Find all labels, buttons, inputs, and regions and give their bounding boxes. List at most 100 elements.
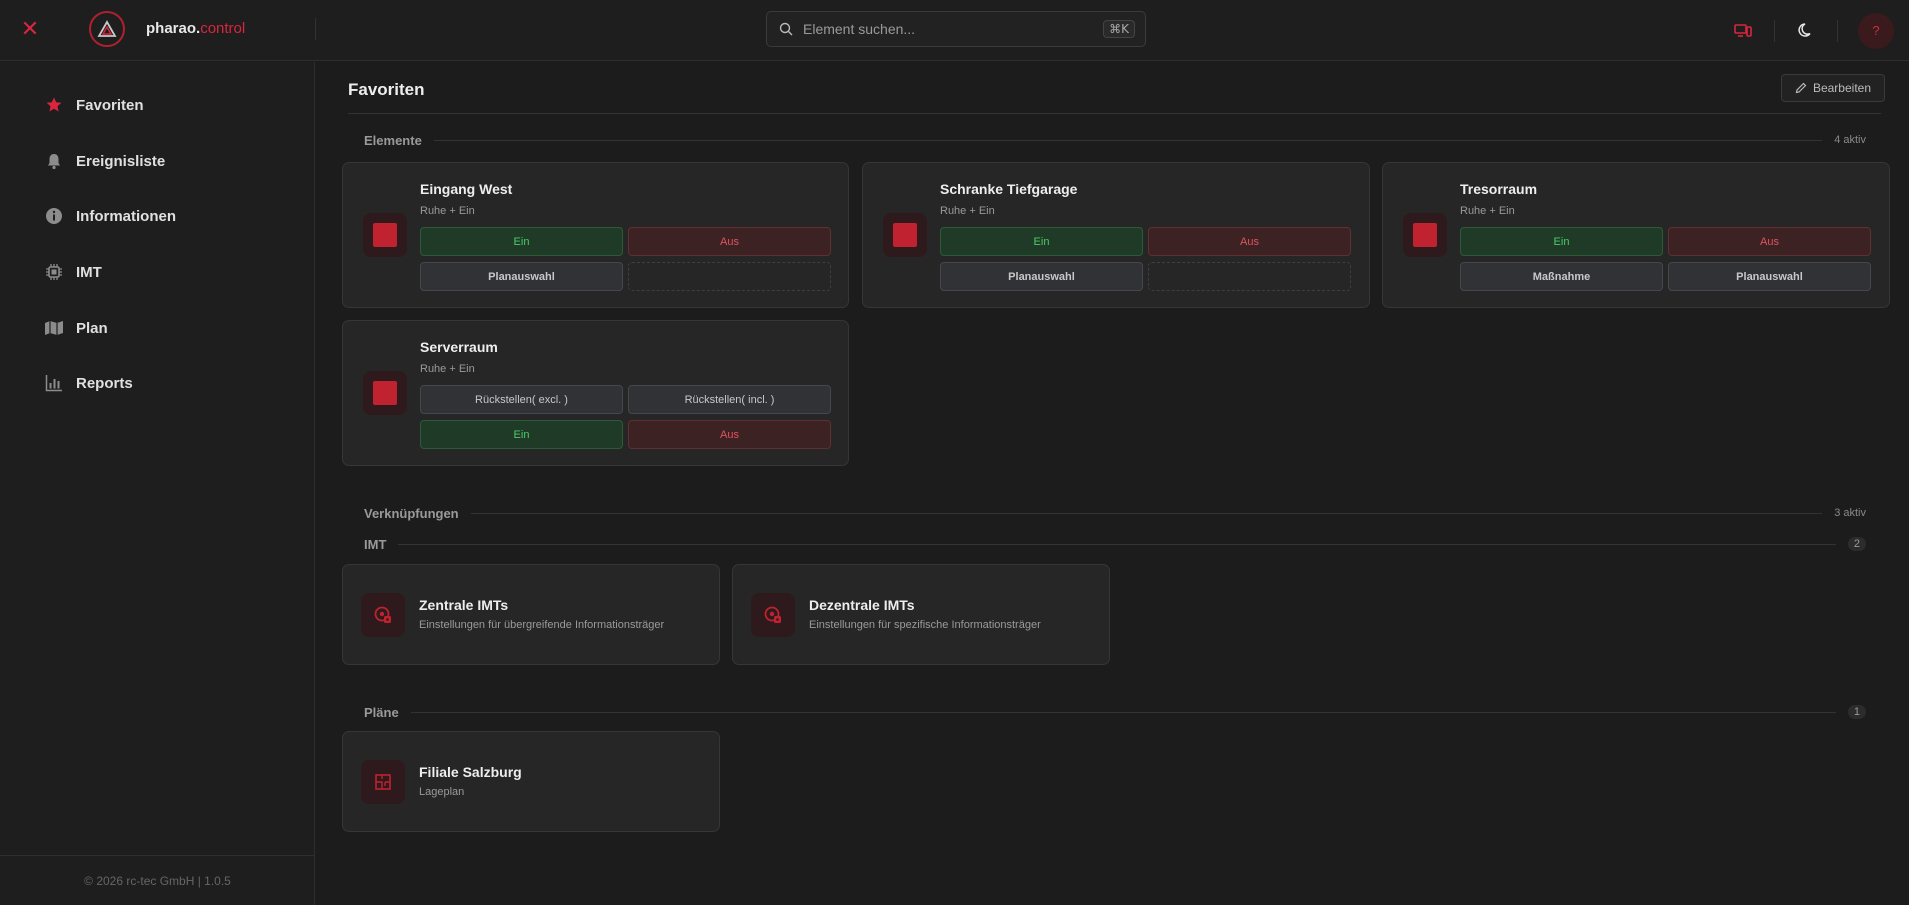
section-divider [433,139,1823,141]
sidebar-item-reports[interactable]: Reports [44,369,133,397]
section-count: 4 aktiv [1834,134,1866,146]
link-title: Zentrale IMTs [419,597,509,613]
plan-select-button[interactable]: Planauswahl [420,262,623,291]
main-content: Favoriten Bearbeiten Elemente 4 aktiv Ei… [316,62,1909,905]
search-box[interactable]: ⌘K [766,11,1146,47]
sidebar-item-label: Ereignisliste [76,152,166,170]
bell-icon [44,151,64,171]
off-button[interactable]: Aus [628,227,831,256]
sidebar-item-ereignisliste[interactable]: Ereignisliste [44,147,165,175]
brand-accent: control [200,20,246,37]
on-button[interactable]: Ein [420,227,623,256]
element-card-serverraum[interactable]: Serverraum Ruhe + Ein Rückstellen( excl.… [342,320,849,466]
moon-icon[interactable] [1787,12,1825,50]
section-elements: Elemente 4 aktiv [364,132,1866,148]
imt-settings-icon [361,593,405,637]
element-title: Schranke Tiefgarage [940,181,1078,197]
element-status: Ruhe + Ein [1460,205,1515,217]
section-divider [410,711,1836,713]
sidebar-item-label: Favoriten [76,96,144,114]
element-status-icon [363,213,407,257]
off-button[interactable]: Aus [1148,227,1351,256]
pencil-icon [1795,82,1807,94]
edit-button[interactable]: Bearbeiten [1780,74,1885,102]
link-card-dezentrale-imts[interactable]: Dezentrale IMTs Einstellungen für spezif… [732,564,1110,665]
section-links: Verknüpfungen 3 aktiv [364,505,1866,521]
link-card-filiale-salzburg[interactable]: Filiale Salzburg Lageplan [342,731,720,832]
section-divider [470,512,1823,514]
element-card-schranke-tiefgarage[interactable]: Schranke Tiefgarage Ruhe + Ein Ein Aus P… [862,162,1370,308]
link-title: Dezentrale IMTs [809,597,915,613]
section-count-badge: 1 [1847,705,1866,719]
section-count-badge: 2 [1847,537,1866,551]
sidebar-footer: © 2026 rc-tec GmbH | 1.0.5 [0,855,315,905]
brand-name: pharao.control [146,20,245,37]
monitor-icon[interactable] [1724,12,1762,50]
topbar-divider [1774,19,1775,42]
sidebar-item-label: Reports [76,374,133,392]
bar-chart-icon [44,373,64,393]
on-button[interactable]: Ein [420,420,623,449]
topbar-divider [315,18,316,40]
sidebar: Favoriten Ereignisliste Informationen IM… [0,62,315,905]
search-input[interactable] [803,21,1104,37]
reset-excl-button[interactable]: Rückstellen( excl. ) [420,385,623,414]
element-status: Ruhe + Ein [420,363,475,375]
element-status-icon [883,213,927,257]
floor-plan-icon [361,760,405,804]
element-status-icon [1403,213,1447,257]
sidebar-item-imt[interactable]: IMT [44,258,102,286]
close-icon[interactable]: ✕ [18,16,42,41]
top-bar: ✕ pharao.control ⌘K ? [0,0,1909,61]
element-status-icon [363,371,407,415]
reset-incl-button[interactable]: Rückstellen( incl. ) [628,385,831,414]
element-title: Tresorraum [1460,181,1538,197]
title-divider [348,113,1881,114]
map-icon [44,318,64,338]
off-button[interactable]: Aus [628,420,831,449]
sidebar-item-label: Informationen [76,207,176,225]
link-title: Filiale Salzburg [419,764,522,780]
sidebar-item-favoriten[interactable]: Favoriten [44,91,144,119]
on-button[interactable]: Ein [940,227,1143,256]
star-icon [44,95,64,115]
section-plans: Pläne 1 [364,704,1866,720]
sidebar-item-informationen[interactable]: Informationen [44,202,176,230]
section-label: Verknüpfungen [364,505,459,521]
topbar-divider [1837,19,1838,42]
link-subtitle: Einstellungen für übergreifende Informat… [419,619,665,631]
element-status: Ruhe + Ein [420,205,475,217]
link-subtitle: Lageplan [419,786,465,798]
avatar[interactable]: ? [1858,12,1894,49]
link-subtitle: Einstellungen für spezifische Informatio… [809,619,1041,631]
info-icon [44,206,64,226]
element-card-eingang-west[interactable]: Eingang West Ruhe + Ein Ein Aus Planausw… [342,162,849,308]
sidebar-item-plan[interactable]: Plan [44,314,108,342]
link-card-zentrale-imts[interactable]: Zentrale IMTs Einstellungen für übergrei… [342,564,720,665]
empty-slot [1148,262,1351,291]
search-shortcut: ⌘K [1103,20,1135,38]
measure-button[interactable]: Maßnahme [1460,262,1663,291]
top-actions: ? [1724,0,1909,61]
element-card-tresorraum[interactable]: Tresorraum Ruhe + Ein Ein Aus Maßnahme P… [1382,162,1890,308]
on-button[interactable]: Ein [1460,227,1663,256]
sidebar-item-label: IMT [76,263,102,281]
element-status: Ruhe + Ein [940,205,995,217]
section-label: IMT [364,536,387,552]
section-label: Elemente [364,132,422,148]
section-divider [398,543,1836,545]
imt-settings-icon [751,593,795,637]
plan-select-button[interactable]: Planauswahl [940,262,1143,291]
search-icon [779,22,793,36]
brand-main: pharao. [146,20,201,37]
empty-slot [628,262,831,291]
section-count: 3 aktiv [1834,507,1866,519]
off-button[interactable]: Aus [1668,227,1871,256]
element-title: Eingang West [420,181,513,197]
edit-button-label: Bearbeiten [1812,81,1871,95]
plan-select-button[interactable]: Planauswahl [1668,262,1871,291]
logo-icon [89,11,125,47]
element-title: Serverraum [420,339,498,355]
page-title: Favoriten [348,80,425,99]
chip-icon [44,262,64,282]
